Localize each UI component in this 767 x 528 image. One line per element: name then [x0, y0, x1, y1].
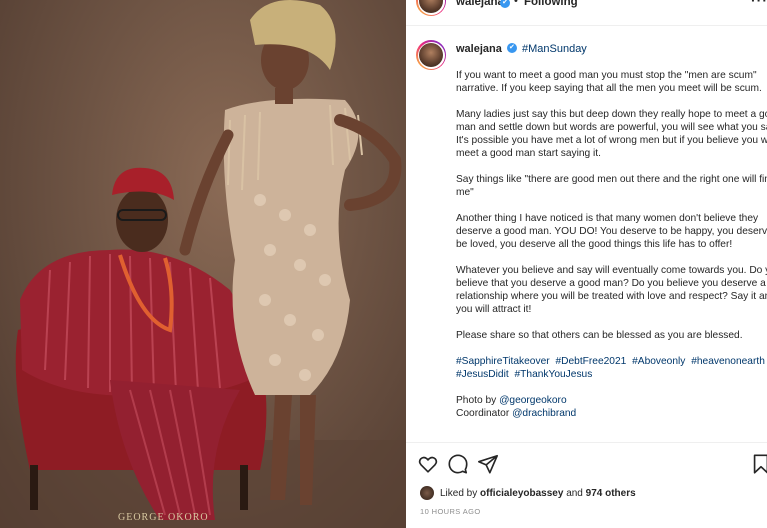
credits: Photo by @georgeokoro Coordinator @drach… [456, 394, 767, 420]
caption-avatar[interactable] [416, 40, 446, 70]
liker-avatar[interactable] [420, 486, 434, 500]
post-actions: Liked by officialeyobassey and 974 other… [406, 442, 767, 528]
verified-badge-icon: ✔ [500, 0, 510, 8]
caption-paragraph: Whatever you believe and say will eventu… [456, 265, 767, 315]
post-photo[interactable]: GEORGE OKORO [0, 0, 406, 528]
hashtag-link[interactable]: #Aboveonly [632, 356, 685, 367]
caption-area[interactable]: walejana ✔ #ManSunday If you want to mee… [406, 27, 767, 442]
photographer-mention[interactable]: @georgeokoro [499, 395, 567, 406]
liked-and: and [566, 487, 583, 499]
hashtag-list: #SapphireTitakeover #DebtFree2021 #Above… [456, 355, 767, 381]
caption-text: If you want to meet a good man you must … [456, 69, 767, 420]
couple-portrait-image [0, 0, 406, 528]
avatar-image [419, 0, 443, 13]
heart-icon[interactable] [417, 453, 439, 475]
caption-paragraph: If you want to meet a good man you must … [456, 70, 762, 94]
comment-icon[interactable] [447, 453, 469, 475]
hashtag-link[interactable]: #DebtFree2021 [555, 356, 626, 367]
header-avatar[interactable] [416, 0, 446, 16]
photo-by-label: Photo by [456, 395, 497, 406]
share-icon[interactable] [477, 453, 499, 475]
likes-summary: Liked by officialeyobassey and 974 other… [420, 486, 636, 500]
hashtag-link[interactable]: #SapphireTitakeover [456, 356, 550, 367]
separator-dot: • [514, 0, 518, 7]
follow-status[interactable]: Following [524, 0, 578, 8]
header-username[interactable]: walejana [456, 0, 504, 8]
caption-hashtag[interactable]: #ManSunday [522, 43, 587, 55]
verified-badge-icon: ✔ [506, 43, 517, 54]
avatar-image [419, 43, 443, 67]
coordinator-label: Coordinator [456, 408, 510, 419]
caption-paragraph: Another thing I have noticed is that man… [456, 213, 767, 250]
caption-paragraph: Say things like "there are good men out … [456, 174, 767, 198]
caption-username[interactable]: walejana [456, 43, 502, 55]
liker-username[interactable]: officialeyobassey [480, 488, 563, 499]
hashtag-link[interactable]: #ThankYouJesus [515, 369, 593, 380]
ellipsis-icon[interactable]: ··· [751, 0, 767, 8]
hashtag-link[interactable]: #heavenonearth [691, 356, 765, 367]
photo-watermark: GEORGE OKORO [118, 512, 209, 523]
caption-paragraph: Many ladies just say this but deep down … [456, 109, 767, 159]
post-timestamp[interactable]: 10 hours ago [420, 507, 481, 516]
likes-count[interactable]: 974 others [586, 488, 636, 499]
liked-by-prefix: Liked by [440, 487, 478, 499]
bookmark-icon[interactable] [750, 453, 767, 475]
hashtag-link[interactable]: #JesusDidit [456, 369, 509, 380]
post-details-panel: walejana ✔ • Following ··· walejana ✔ #M… [406, 0, 767, 528]
coordinator-mention[interactable]: @drachibrand [512, 408, 576, 419]
caption-header: walejana ✔ #ManSunday [456, 43, 587, 55]
caption-paragraph: Please share so that others can be bless… [456, 330, 743, 341]
post-header: walejana ✔ • Following ··· [406, 0, 767, 26]
